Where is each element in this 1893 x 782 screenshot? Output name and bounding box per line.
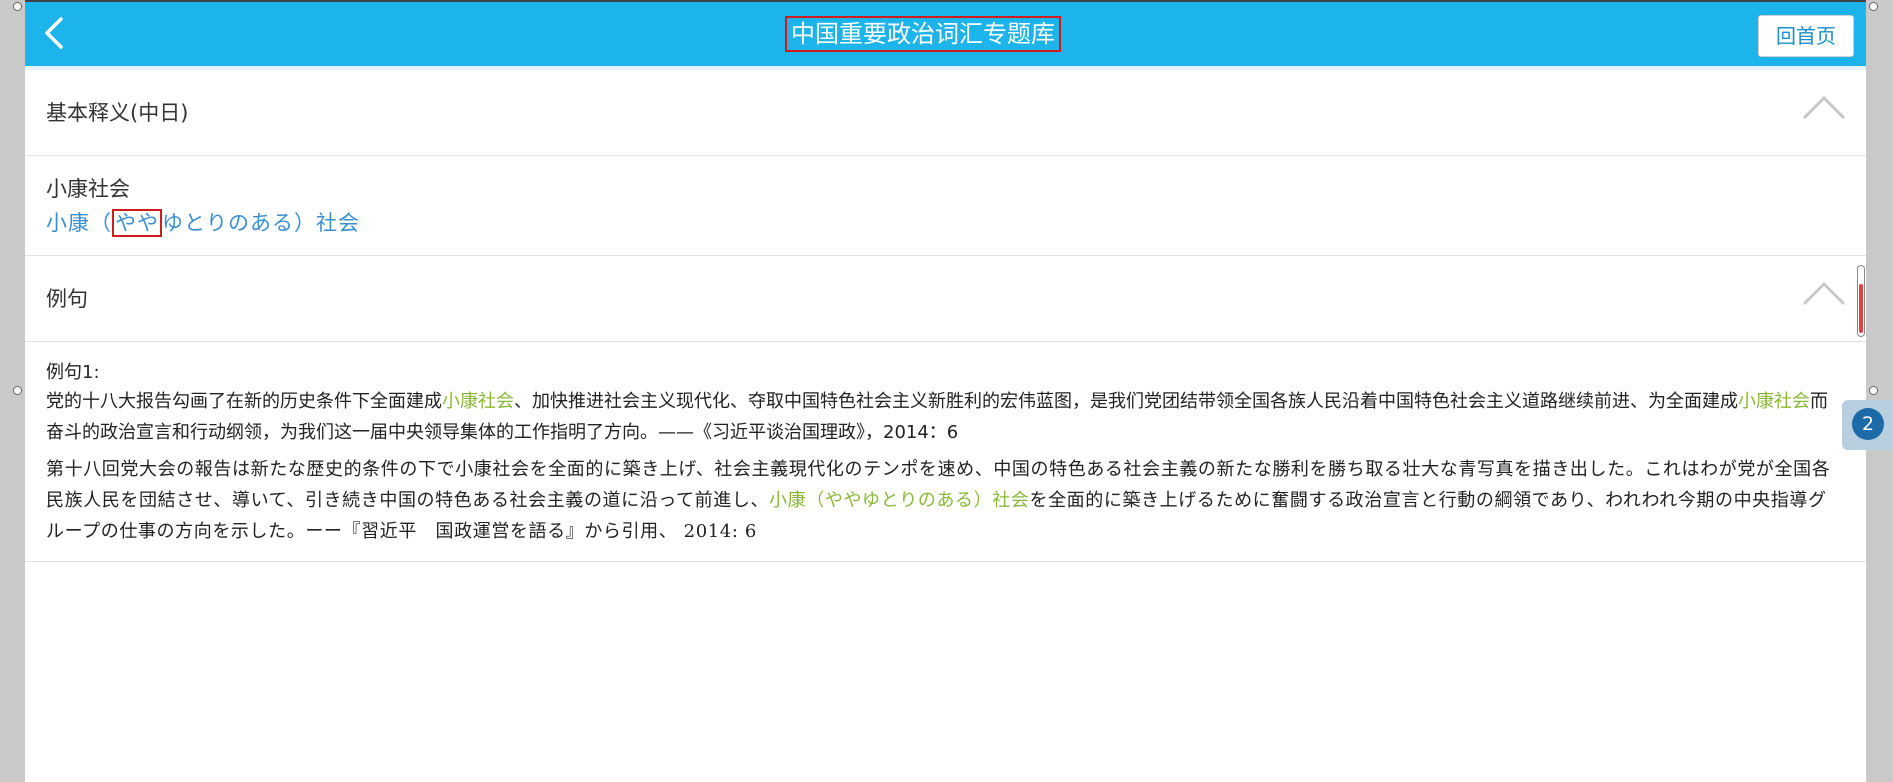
term-japanese-marked: やや — [112, 209, 162, 237]
definition-section-header[interactable]: 基本释义(中日) — [25, 70, 1866, 156]
resize-handle-middle-right[interactable] — [1869, 386, 1878, 395]
definition-section-label: 基本释义(中日) — [46, 101, 189, 125]
back-chevron-icon[interactable] — [37, 15, 73, 51]
page-title: 中国重要政治词汇专题库 — [785, 16, 1061, 52]
example-japanese-text: 第十八回党大会の報告は新たな歴史的条件の下で小康社会を全面的に築き上げ、社会主義… — [46, 454, 1845, 547]
term-japanese-suffix: ゆとりのある）社会 — [162, 211, 360, 235]
term-japanese-prefix: 小康（ — [46, 211, 112, 235]
home-button[interactable]: 回首页 — [1758, 15, 1854, 57]
app-page: 中国重要政治词汇专题库 回首页 基本释义(中日) 小康社会 小康（ やや ゆとりのあ… — [25, 0, 1866, 782]
example-section-label: 例句 — [46, 287, 88, 311]
resize-handle-top-left[interactable] — [13, 2, 22, 11]
highlighted-term: 小康（ややゆとりのある）社会 — [769, 490, 1030, 511]
scrollbar-position-indicator — [1859, 284, 1863, 333]
term-japanese: 小康（ やや ゆとりのある）社会 — [46, 206, 1845, 240]
example-number-label: 例句1: — [46, 362, 100, 383]
floating-badge-button[interactable]: 2 — [1842, 400, 1893, 450]
top-navigation-bar: 中国重要政治词汇专题库 回首页 — [25, 0, 1866, 66]
example-zh-part: 党的十八大报告勾画了在新的历史条件下全面建成 — [46, 391, 442, 412]
definition-content: 小康社会 小康（ やや ゆとりのある）社会 — [25, 156, 1866, 256]
example-section-header[interactable]: 例句 — [25, 256, 1866, 342]
notification-count-badge: 2 — [1852, 408, 1884, 440]
example-chinese-text: 党的十八大报告勾画了在新的历史条件下全面建成小康社会、加快推进社会主义现代化、夺… — [46, 386, 1845, 448]
term-chinese: 小康社会 — [46, 177, 130, 201]
chevron-up-icon[interactable] — [1802, 280, 1846, 306]
resize-handle-middle-left[interactable] — [13, 386, 22, 395]
highlighted-term: 小康社会 — [1738, 391, 1810, 412]
example-zh-part: 、加快推进社会主义现代化、夺取中国特色社会主义新胜利的宏伟蓝图，是我们党团结带领… — [514, 391, 1738, 412]
example-list: 例句1: 党的十八大报告勾画了在新的历史条件下全面建成小康社会、加快推进社会主义… — [25, 342, 1866, 562]
scrollbar-thumb[interactable] — [1857, 265, 1865, 337]
resize-handle-top-right[interactable] — [1869, 2, 1878, 11]
chevron-up-icon[interactable] — [1802, 94, 1846, 120]
highlighted-term: 小康社会 — [442, 391, 514, 412]
